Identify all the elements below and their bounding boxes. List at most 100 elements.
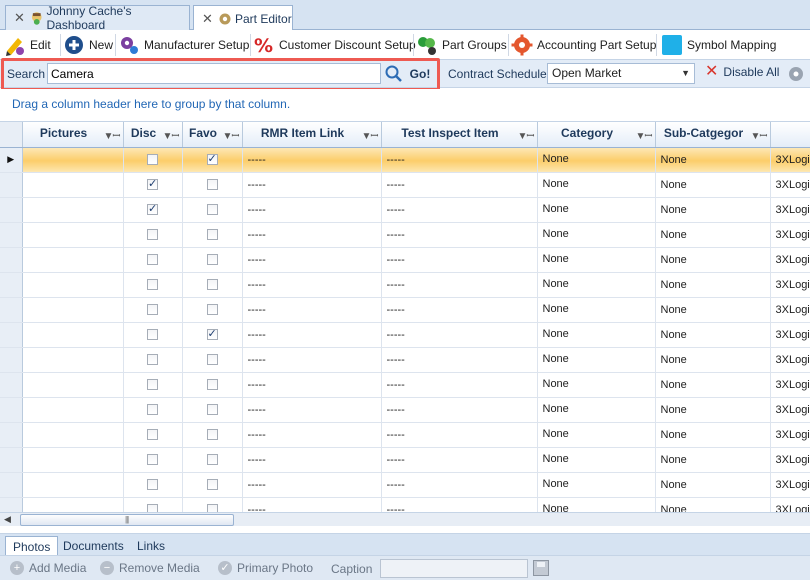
disc-cell[interactable] [123,172,183,198]
pictures-cell[interactable] [22,497,124,512]
disc-cell[interactable] [123,372,183,398]
pictures-cell[interactable] [22,247,124,273]
pictures-cell[interactable] [22,147,124,173]
manufacturer-cell[interactable]: 3XLogic [770,147,810,173]
tab-dashboard[interactable]: ✕ Johnny Cache's Dashboard [5,4,190,32]
pictures-cell[interactable] [22,222,124,248]
favo-cell[interactable] [182,197,243,223]
manufacturer-cell[interactable]: 3XLogic [770,222,810,248]
disc-checkbox[interactable] [147,279,158,291]
rmr-item-link-cell[interactable]: ----- [242,322,382,348]
favorite-checkbox[interactable] [206,354,218,366]
favo-cell[interactable] [182,322,243,348]
disc-checkbox[interactable] [147,429,158,441]
disc-checkbox[interactable] [147,329,158,341]
filter-pin-icon[interactable]: ▼ꟷ [222,128,239,142]
rmr-item-link-cell[interactable]: ----- [242,197,382,223]
sub-category-cell[interactable]: None [655,247,771,273]
pictures-cell[interactable] [22,272,124,298]
favo-cell[interactable] [182,347,243,373]
test-inspect-item-cell[interactable]: ----- [381,147,538,173]
category-cell[interactable]: None [537,372,656,398]
row-indicator[interactable] [0,297,23,323]
test-inspect-item-cell[interactable]: ----- [381,497,538,512]
test-inspect-item-cell[interactable]: ----- [381,422,538,448]
favo-cell[interactable] [182,472,243,498]
sub-category-cell[interactable]: None [655,322,771,348]
test-inspect-item-cell[interactable]: ----- [381,322,538,348]
disc-checkbox[interactable] [147,254,158,266]
favo-cell[interactable] [182,222,243,248]
favo-cell[interactable] [182,397,243,423]
remove-media-button[interactable]: − Remove Media [100,561,200,575]
row-indicator[interactable] [0,497,23,512]
save-icon[interactable] [533,560,549,576]
table-row[interactable]: ----------NoneNone3XLogic [0,447,810,473]
part-groups-button[interactable]: Part Groups [416,32,507,58]
disc-cell[interactable] [123,197,183,223]
disc-cell[interactable] [123,147,183,173]
rmr-item-link-cell[interactable]: ----- [242,372,382,398]
disc-cell[interactable] [123,447,183,473]
pictures-cell[interactable] [22,372,124,398]
favo-cell[interactable] [182,172,243,198]
sub-category-cell[interactable]: None [655,497,771,512]
column-header-category[interactable]: Category ▼ꟷ [537,122,656,148]
new-button[interactable]: New [63,32,113,58]
favo-cell[interactable] [182,422,243,448]
category-cell[interactable]: None [537,297,656,323]
disc-checkbox[interactable] [147,202,158,216]
favo-cell[interactable] [182,372,243,398]
column-header-sub-category[interactable]: Sub-Catgegor ▼ꟷ [655,122,771,148]
pictures-cell[interactable] [22,297,124,323]
disc-cell[interactable] [123,397,183,423]
table-row[interactable]: ----------NoneNone3XLogic [0,322,810,348]
favorite-checkbox[interactable] [206,204,218,216]
filter-pin-icon[interactable]: ▼ꟷ [162,128,179,142]
favorite-checkbox[interactable] [206,229,218,241]
manufacturer-cell[interactable]: 3XLogic [770,447,810,473]
favorite-checkbox[interactable] [206,327,218,341]
contract-schedules-dropdown[interactable]: Open Market ▼ [547,63,695,84]
close-icon[interactable]: ✕ [14,10,25,26]
table-row[interactable]: ----------NoneNone3XLogic [0,397,810,423]
disable-all-button[interactable]: ✕ Disable All [705,64,779,80]
table-row[interactable]: ----------NoneNone3XLogic [0,497,810,512]
disc-checkbox[interactable] [147,404,158,416]
disc-checkbox[interactable] [147,454,158,466]
row-indicator[interactable]: ▶ [0,147,23,173]
sub-category-cell[interactable]: None [655,272,771,298]
category-cell[interactable]: None [537,247,656,273]
disc-cell[interactable] [123,472,183,498]
sub-category-cell[interactable]: None [655,347,771,373]
pictures-cell[interactable] [22,197,124,223]
manufacturer-cell[interactable]: 3XLogic [770,472,810,498]
table-row[interactable]: ----------NoneNone3XLogic [0,272,810,298]
manufacturer-cell[interactable]: 3XLogic [770,397,810,423]
tab-links[interactable]: Links [130,536,172,556]
tab-photos[interactable]: Photos [5,536,59,556]
add-media-button[interactable]: + Add Media [10,561,86,575]
category-cell[interactable]: None [537,497,656,512]
sub-category-cell[interactable]: None [655,372,771,398]
manufacturer-cell[interactable]: 3XLogic [770,347,810,373]
row-indicator[interactable] [0,222,23,248]
pictures-cell[interactable] [22,422,124,448]
manufacturer-cell[interactable]: 3XLogic [770,247,810,273]
table-row[interactable]: ----------NoneNone3XLogic [0,347,810,373]
filter-pin-icon[interactable]: ▼ꟷ [750,128,767,142]
disc-checkbox[interactable] [147,154,158,166]
table-row[interactable]: ----------NoneNone3XLogic [0,247,810,273]
tab-part-editor[interactable]: ✕ Part Editor [193,5,293,31]
rmr-item-link-cell[interactable]: ----- [242,497,382,512]
disc-cell[interactable] [123,322,183,348]
category-cell[interactable]: None [537,222,656,248]
disc-cell[interactable] [123,422,183,448]
row-indicator[interactable] [0,472,23,498]
sub-category-cell[interactable]: None [655,147,771,173]
manufacturer-cell[interactable]: 3XLogic [770,172,810,198]
horizontal-scrollbar[interactable]: ◀ ||| [0,512,810,526]
sub-category-cell[interactable]: None [655,172,771,198]
scrollbar-thumb[interactable]: ||| [20,514,234,526]
group-by-panel[interactable]: Drag a column header here to group by th… [0,89,810,122]
